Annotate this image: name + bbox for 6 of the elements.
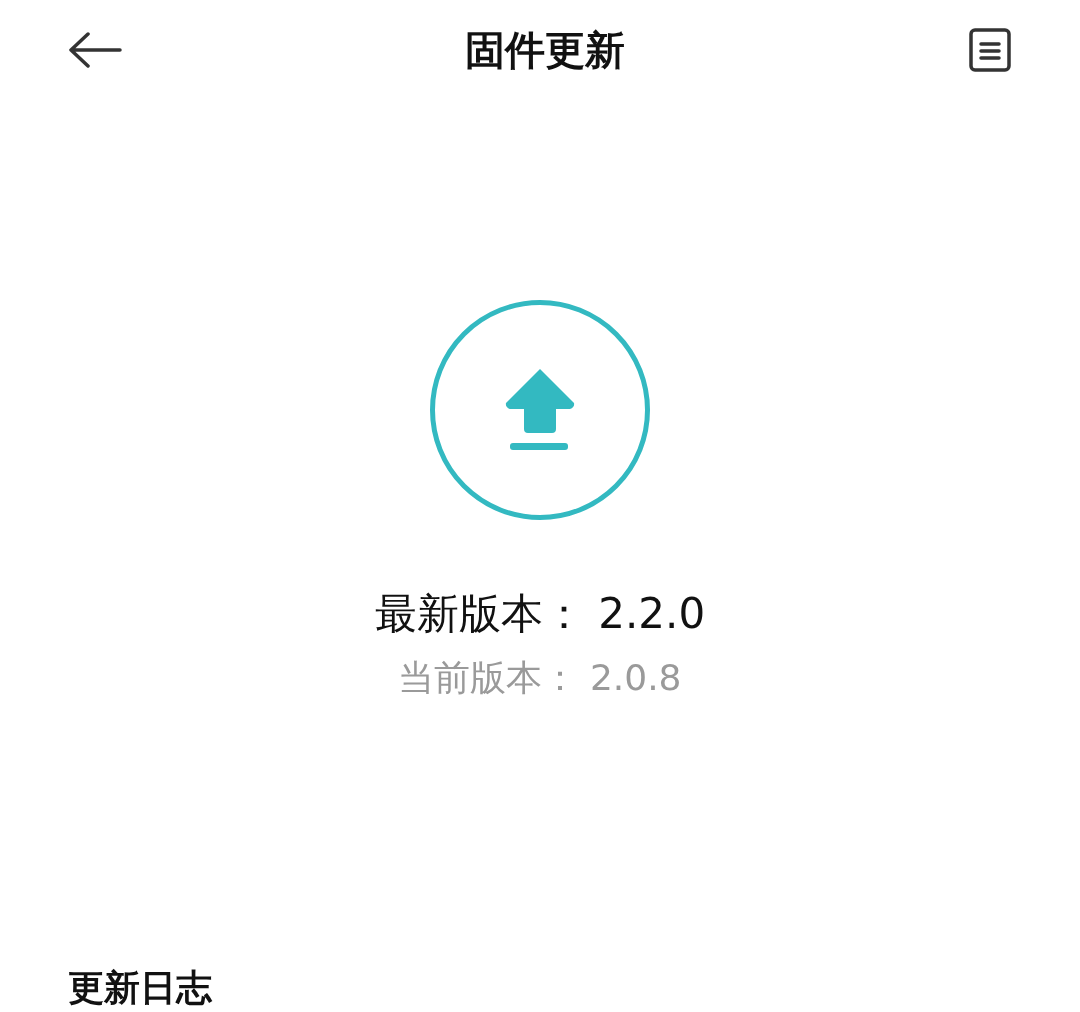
document-button[interactable]: [968, 27, 1012, 73]
back-button[interactable]: [68, 30, 122, 70]
latest-version: 最新版本： 2.2.0: [374, 588, 706, 640]
changelog-title: 更新日志: [68, 966, 213, 1010]
page-title: 固件更新: [465, 26, 625, 75]
current-version: 当前版本： 2.0.8: [398, 656, 682, 700]
